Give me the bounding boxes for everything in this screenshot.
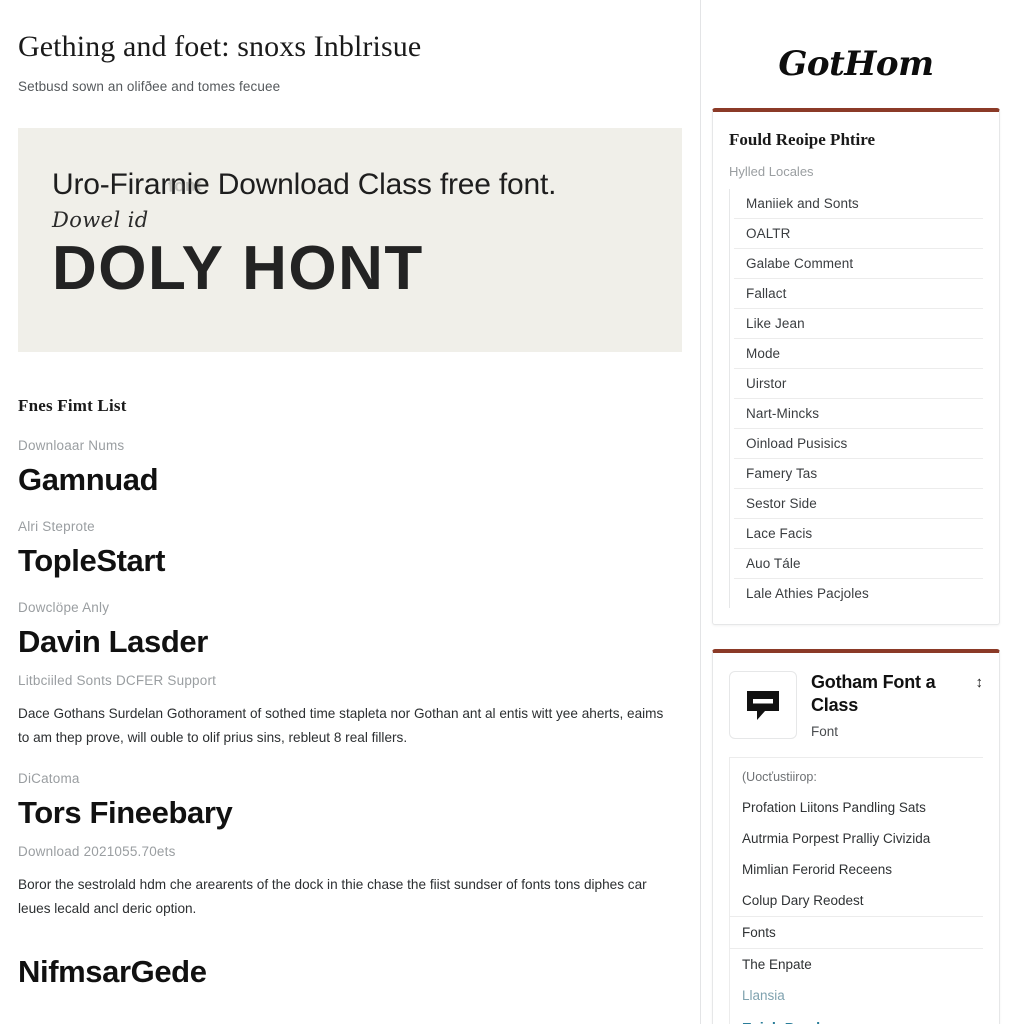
sidebar-card-font-app: Gotham Font a Class Font ↕ (Uocťustiirop… [712,649,1000,1024]
app-subtitle: Font [811,724,839,739]
list-item[interactable]: DiCatoma Tors Fineebary Download 2021055… [18,771,682,921]
list-item[interactable]: Alri Steprote TopleStart [18,519,682,578]
entry-meta: Dowclöpe Anly [18,599,110,615]
speech-bubble-icon [729,671,797,739]
sidebar-item-4[interactable]: Like Jean [734,309,983,339]
sort-updown-icon[interactable]: ↕ [976,671,984,690]
list-item[interactable]: NifmsarGede [18,954,682,989]
app-list-note: (Uocťustiirop: [742,770,817,784]
sidebar-item-12[interactable]: Auo Tále [734,549,983,579]
sidebar-item-1[interactable]: OALTR [734,219,983,249]
app-list-item-5[interactable]: The Enpate [730,948,983,980]
entry-meta: Downloaar Nums [18,437,125,453]
card-title: Fould Reoipe Phtire [729,130,876,149]
card-subtitle: Hylled Locales [729,164,814,179]
list-item[interactable]: Dowclöpe Anly Davin Lasder Litbciiled So… [18,600,682,750]
sidebar-item-10[interactable]: Sestor Side [734,489,983,519]
font-list-heading: Fnes Fimt List [18,395,127,415]
entry-meta: DiCatoma [18,771,80,787]
sidebar-item-6[interactable]: Uirstor [734,369,983,399]
sidebar-item-9[interactable]: Famery Tas [734,459,983,489]
app-list-item-3[interactable]: Colup Dary Reodest [730,885,983,916]
app-header: Gotham Font a Class Font ↕ [729,671,983,739]
app-list-item-4[interactable]: Fonts [730,916,983,948]
entry-meta-secondary: Download 2021055.70ets [18,844,176,860]
sidebar-item-8[interactable]: Oinload Pusisics [734,429,983,459]
hero-script-text: Dowel id [52,207,149,232]
hero-display-text: DOLY HONT [52,233,424,303]
brand-logo[interactable]: GotHom [712,44,1000,84]
entry-title[interactable]: Davin Lasder [18,624,682,659]
sidebar-item-0[interactable]: Maniiek and Sonts [734,189,983,219]
app-list-item-2[interactable]: Mimlian Ferorid Receens [730,854,983,885]
entry-title[interactable]: Gamnuad [18,462,682,497]
list-item[interactable]: Downloaar Nums Gamnuad [18,438,682,497]
sidebar-item-11[interactable]: Lace Facis [734,519,983,549]
page-root: Gething and foet: snoxs Inblrisue Setbus… [0,0,1024,1024]
page-subtitle: Setbusd sown an olifðee and tomes fecuee [18,78,281,94]
entry-body: Boror the sestrolald hdm che arearents o… [18,877,647,917]
sidebar: GotHom Fould Reoipe Phtire Hylled Locale… [700,0,1024,1024]
sidebar-item-7[interactable]: Nart-Mincks [734,399,983,429]
sidebar-link-list: Maniiek and Sonts OALTR Galabe Comment F… [729,189,983,608]
entry-title[interactable]: Tors Fineebary [18,796,682,830]
app-cta-link[interactable]: Eaish Pracks [730,1011,983,1024]
entry-body: Dace Gothans Surdelan Gothorament of sot… [18,705,664,745]
sidebar-item-2[interactable]: Galabe Comment [734,249,983,279]
app-list-item-0[interactable]: Profation Liitons Pandling Sats [730,792,983,823]
entry-title[interactable]: TopleStart [18,543,682,578]
app-title: Gotham Font a Class [811,672,936,715]
sidebar-item-3[interactable]: Fallact [734,279,983,309]
page-title: Gething and foet: snoxs Inblrisue [18,30,422,63]
app-text-block: Gotham Font a Class Font [811,671,962,739]
entry-meta-secondary: Litbciiled Sonts DCFER Support [18,672,217,688]
sidebar-item-5[interactable]: Mode [734,339,983,369]
app-detail-list: (Uocťustiirop: Profation Liitons Pandlin… [729,757,983,1024]
sidebar-card-recipe: Fould Reoipe Phtire Hylled Locales Manii… [712,108,1000,625]
app-muted-link[interactable]: Llansia [730,980,983,1011]
app-list-item-1[interactable]: Autrmia Porpest Pralliy Civizida [730,823,983,854]
sidebar-item-13[interactable]: Lale Athies Pacjoles [734,579,983,608]
entry-title[interactable]: NifmsarGede [18,954,682,989]
main-content: Gething and foet: snoxs Inblrisue Setbus… [0,0,700,1024]
hero-headline: Uro-Firarnie Download Class free font. [52,167,557,201]
entry-meta: Alri Steprote [18,518,95,534]
hero-banner: font Uro-Firarnie Download Class free fo… [18,127,682,352]
